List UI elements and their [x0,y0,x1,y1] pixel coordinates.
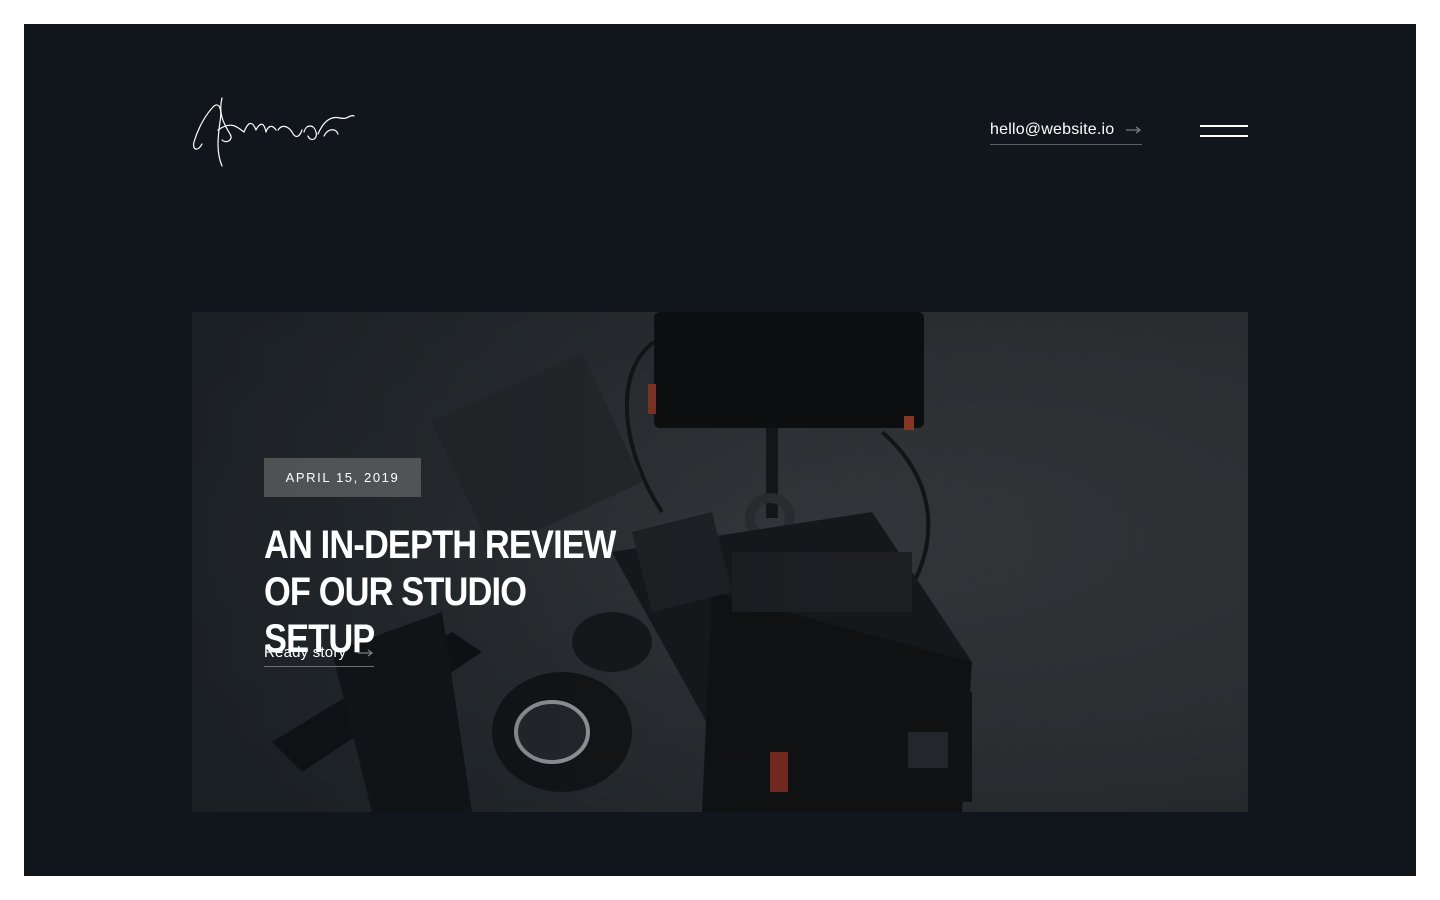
date-badge: APRIL 15, 2019 [264,458,421,497]
page-frame: hello@website.io APRIL 15, 2019 AN IN-DE… [24,24,1416,876]
arrow-right-icon [358,648,374,658]
post-title[interactable]: AN IN-DEPTH REVIEW OF OUR STUDIO SETUP [264,522,625,663]
email-link[interactable]: hello@website.io [990,121,1143,145]
menu-line-bottom [1200,135,1248,137]
arrow-right-icon [1126,125,1142,135]
read-story-link[interactable]: Ready story [264,644,375,667]
read-story-label: Ready story [264,644,347,661]
signature-logo[interactable] [192,94,356,170]
email-text: hello@website.io [990,121,1115,138]
featured-post-card[interactable]: APRIL 15, 2019 AN IN-DEPTH REVIEW OF OUR… [192,312,1248,812]
hamburger-menu-icon[interactable] [1196,124,1248,140]
menu-line-top [1200,125,1248,127]
